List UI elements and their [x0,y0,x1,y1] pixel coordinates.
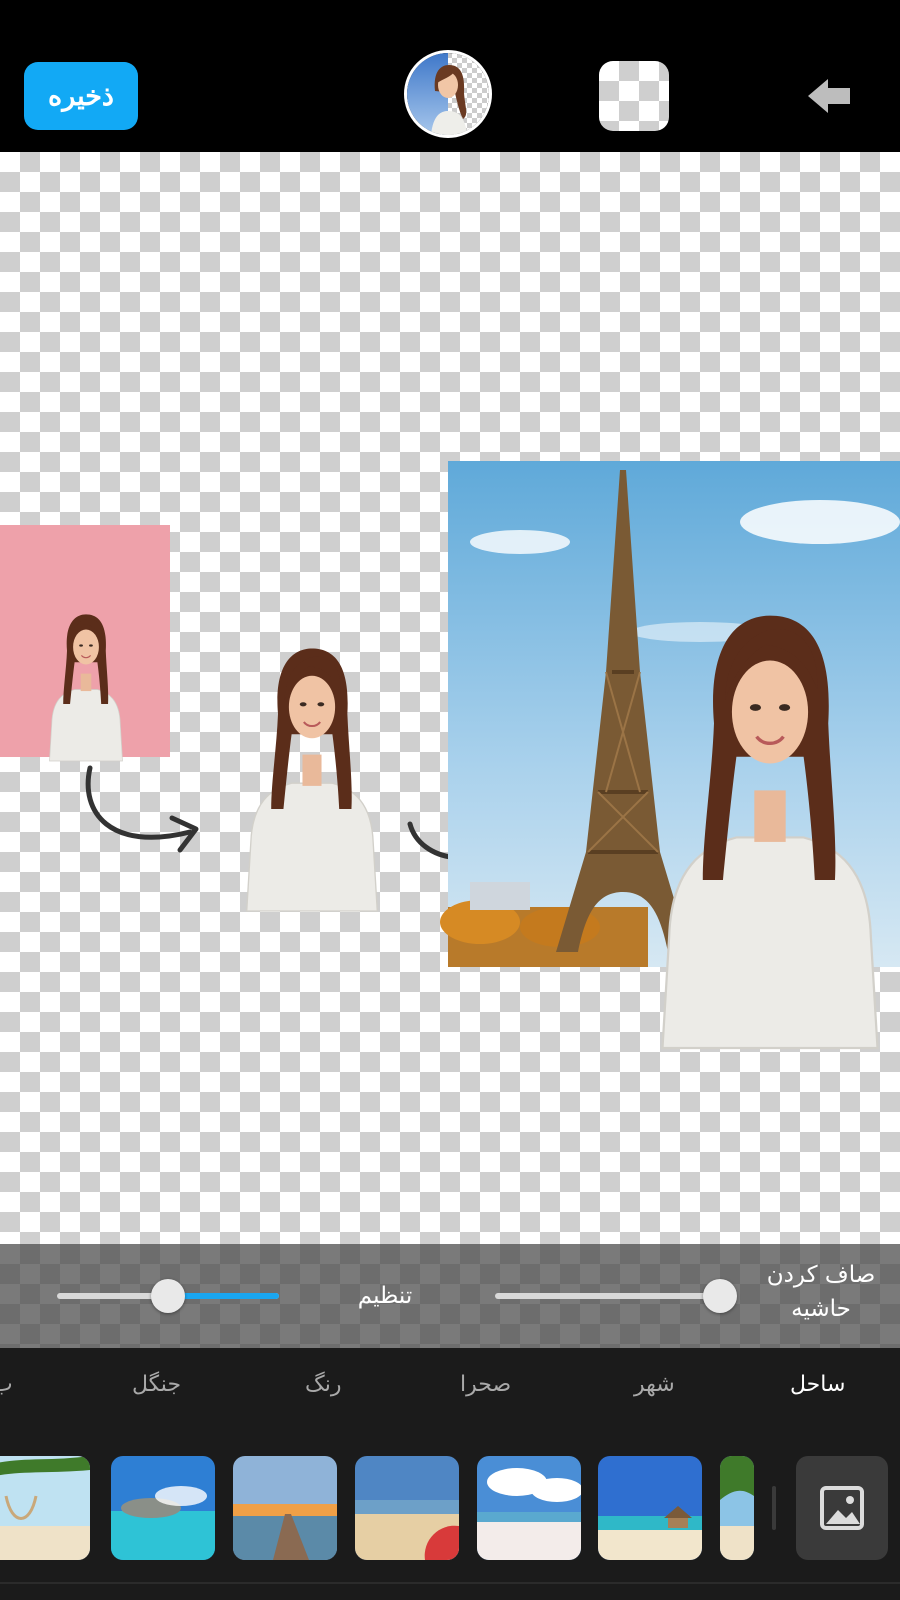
thumbnail-beach-hammock[interactable] [0,1456,90,1560]
scroll-divider [772,1486,776,1530]
transparent-background-thumbnail[interactable] [599,61,669,131]
thumbnail-beach-umbrella[interactable] [355,1456,459,1560]
adjust-bar: صاف کردن حاشیه تنظیم [0,1244,900,1348]
thumbnail-beach-huts[interactable] [598,1456,702,1560]
top-toolbar: ذخیره [0,0,900,152]
save-button[interactable]: ذخیره [24,62,138,130]
category-partial[interactable]: ب [0,1372,13,1397]
arrow-left-icon [808,79,850,113]
image-icon [820,1486,864,1530]
edge-smooth-slider-handle[interactable] [703,1279,737,1313]
thumbnail-palm-beach[interactable] [720,1456,754,1560]
editing-canvas[interactable] [0,152,900,1244]
thumbnail-pier-sunset[interactable] [233,1456,337,1560]
background-thumbnails [0,1438,900,1600]
background-categories: ساحل شهر صحرا رنگ جنگل ب [0,1348,900,1438]
category-desert[interactable]: صحرا [460,1372,511,1397]
category-color[interactable]: رنگ [305,1372,341,1397]
thumbnail-tropical-lagoon[interactable] [111,1456,215,1560]
category-city[interactable]: شهر [634,1372,675,1397]
category-forest[interactable]: جنگل [132,1372,181,1397]
canvas-artwork [0,461,900,1050]
edge-smooth-slider[interactable] [495,1293,721,1299]
edge-smooth-label: صاف کردن حاشیه [766,1262,876,1322]
thumbnail-white-sand-clouds[interactable] [477,1456,581,1560]
gallery-button[interactable] [796,1456,888,1560]
original-photo-thumbnail[interactable] [404,50,492,138]
category-beach[interactable]: ساحل [790,1372,845,1397]
adjust-slider-handle[interactable] [151,1279,185,1313]
back-button[interactable] [806,76,852,116]
avatar-image [407,53,489,135]
adjust-label: تنظیم [357,1283,413,1309]
